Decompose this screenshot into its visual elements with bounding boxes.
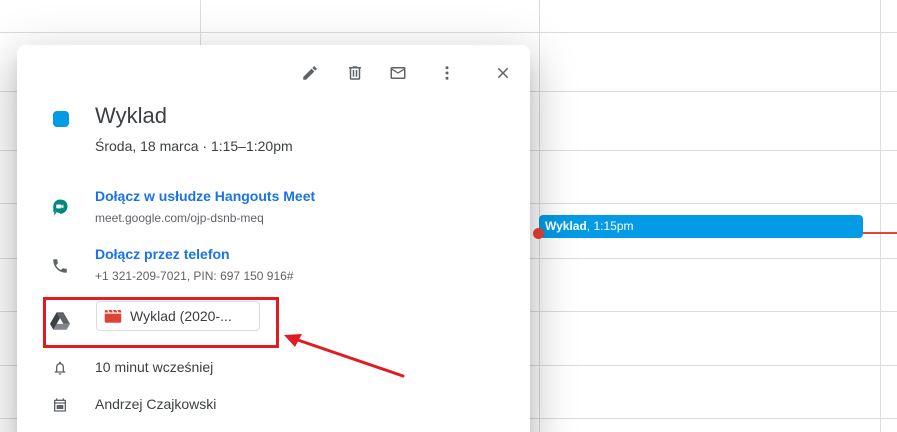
event-chip-title: Wyklad [545, 219, 587, 233]
grid-column-divider [880, 0, 881, 432]
phone-icon [50, 256, 70, 276]
grid-row-divider [0, 32, 897, 33]
phone-details: +1 321-209-7021, PIN: 697 150 916# [95, 269, 294, 283]
email-guests-button[interactable] [384, 59, 412, 87]
close-button[interactable] [489, 59, 517, 87]
current-time-line [863, 232, 897, 234]
more-vert-icon [445, 66, 449, 80]
close-icon [497, 67, 509, 79]
pencil-icon [303, 66, 317, 80]
annotation-arrow [284, 334, 405, 378]
calendar-icon [50, 395, 70, 415]
event-chip-time: , 1:15pm [586, 219, 634, 233]
current-time-dot [533, 228, 544, 239]
organizer-name: Andrzej Czajkowski [95, 396, 217, 412]
meet-url: meet.google.com/ojp-dsnb-meq [95, 211, 264, 225]
event-details-popup: Wyklad Środa, 18 marca · 1:15–1:20pm Doł… [17, 45, 530, 432]
edit-button[interactable] [296, 59, 324, 87]
bell-icon [50, 358, 70, 378]
join-hangouts-meet-link[interactable]: Dołącz w usłudze Hangouts Meet [95, 188, 315, 204]
event-title: Wyklad [95, 103, 167, 128]
mail-icon [390, 67, 406, 79]
annotation-highlight-box [43, 297, 279, 348]
delete-button[interactable] [341, 59, 369, 87]
calendar-event-chip[interactable]: Wyklad, 1:15pm [539, 215, 863, 238]
join-by-phone-link[interactable]: Dołącz przez telefon [95, 246, 230, 262]
event-date-time: Środa, 18 marca · 1:15–1:20pm [95, 138, 293, 154]
more-options-button[interactable] [433, 59, 461, 87]
notification-text: 10 minut wcześniej [95, 359, 214, 375]
calendar-view: Wyklad, 1:15pm Wyklad Środa, 18 marca · … [0, 0, 897, 432]
event-color-indicator [53, 111, 69, 127]
hangouts-meet-icon [50, 198, 70, 218]
trash-icon [349, 66, 361, 80]
